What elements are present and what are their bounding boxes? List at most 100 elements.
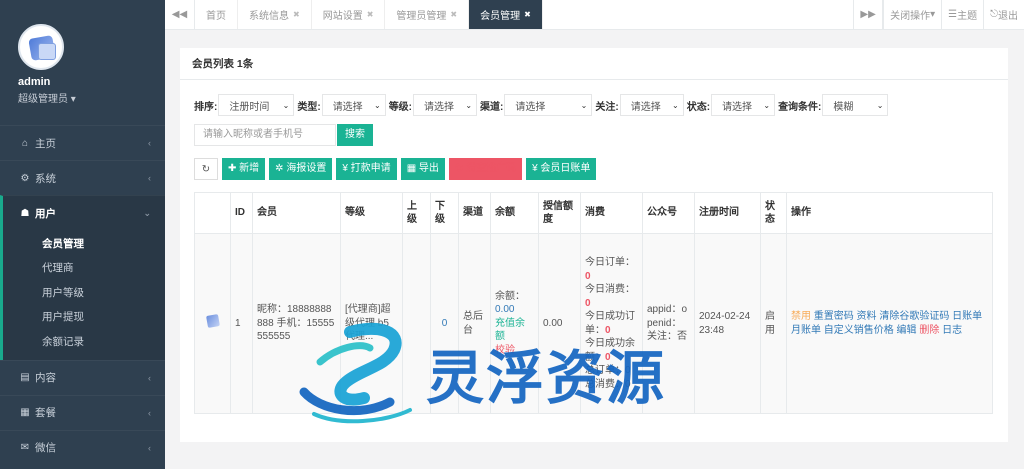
col-header-credit: 授信额度 [538, 192, 581, 234]
member-list-panel: 会员列表 1条 排序: 注册时间 ⌄ 类型: 请选择 ⌄ 等级: 请选择 ⌄ 渠道: … [180, 48, 1008, 442]
chevron-left-icon: ‹ [148, 173, 151, 183]
query-condition-select[interactable]: 模糊 ⌄ [822, 94, 889, 116]
avatar[interactable] [18, 24, 64, 70]
sidebar-subitem-agents[interactable]: 代理商 [3, 256, 165, 280]
tab-label: 管理员管理 [396, 11, 447, 22]
disable-link[interactable]: 禁用 [791, 311, 811, 322]
scroll-tabs-right-button[interactable]: ▶▶ [853, 0, 884, 29]
sidebar-item-system[interactable]: ⚙ 系统 ‹ [0, 160, 165, 195]
tab-system-info[interactable]: 系统信息 ✖ [238, 0, 312, 29]
level-label: 等级: [388, 101, 413, 113]
row-consumption-cell: 今日订单：0 今日消费：0 今日成功订单：0 今日成功余额：0 总订单：0 总消… [580, 233, 643, 414]
today-spend-value: 0 [585, 297, 591, 309]
row-reg-time: 2024-02-24 23:48 [694, 233, 761, 414]
col-header-reg-time[interactable]: 注册时间 [694, 192, 761, 234]
action-toolbar: ↻ ✚ 新增 ✲ 海报设置 ¥ 打款申请 ▦ 导出 ✪ 清空推广码 ¥ 会员日账… [194, 158, 600, 180]
col-header-id[interactable]: ID [230, 192, 253, 234]
close-tab-icon[interactable]: ✖ [293, 10, 300, 19]
follow-select[interactable]: 请选择 ⌄ [619, 94, 684, 116]
member-table: ID 会员 等级 上级 下级 渠道 余额 授信额度 消费 公众号 注册时间 状态… [194, 192, 993, 414]
sort-select[interactable]: 注册时间 ⌄ [218, 94, 295, 116]
close-tab-icon[interactable]: ✖ [367, 10, 374, 19]
log-link[interactable]: 日志 [942, 325, 962, 336]
logout-button[interactable]: ⎋ 退出 [983, 0, 1024, 29]
sidebar-nav: ⌂ 主页 ‹ ⚙ 系统 ‹ ☗ 用户 ⌄ 会员管理 代理商 用户等级 用户提现 … [0, 125, 165, 465]
tabs: 首页 系统信息 ✖ 网站设置 ✖ 管理员管理 ✖ 会员管理 ✖ [195, 0, 853, 29]
member-daily-bill-button[interactable]: ¥ 会员日账单 [526, 158, 597, 180]
type-select[interactable]: 请选择 ⌄ [321, 94, 386, 116]
col-header-wechat: 公众号 [642, 192, 695, 234]
sidebar-item-users[interactable]: ☗ 用户 ⌄ [0, 195, 165, 230]
home-icon: ⌂ [21, 137, 29, 149]
search-row: 请输入昵称或者手机号 搜索 [194, 124, 373, 146]
col-header-actions: 操作 [786, 192, 993, 234]
close-tab-icon[interactable]: ✖ [450, 10, 457, 19]
recharge-balance-link[interactable]: 充值余额 [495, 318, 525, 343]
close-operations-label: 关闭操作 [890, 11, 931, 22]
sidebar-item-content[interactable]: ▤ 内容 ‹ [0, 359, 165, 395]
tab-site-settings[interactable]: 网站设置 ✖ [312, 0, 386, 29]
export-button[interactable]: ▦ 导出 [400, 158, 445, 180]
channel-label: 渠道: [480, 101, 504, 113]
row-balance-cell: 余额： 0.00 充值余额 校验 [490, 233, 539, 414]
status-label: 状态: [686, 101, 711, 113]
sidebar-item-wechat[interactable]: ✉ 微信 ‹ [0, 429, 165, 465]
search-button[interactable]: 搜索 [337, 124, 373, 146]
channel-value: 请选择 [515, 101, 546, 113]
theme-button[interactable]: ☰ 主题 [941, 0, 983, 29]
row-id: 1 [230, 233, 253, 414]
row-children-cell: 0 [430, 233, 459, 414]
close-tab-icon[interactable]: ✖ [524, 10, 531, 19]
tab-label: 首页 [206, 11, 226, 22]
add-button[interactable]: ✚ 新增 [222, 158, 266, 180]
users-icon: ☗ [20, 207, 30, 219]
tab-member-management[interactable]: 会员管理 ✖ [469, 0, 543, 29]
status-select[interactable]: 请选择 ⌄ [711, 94, 776, 116]
search-input[interactable]: 请输入昵称或者手机号 [194, 124, 336, 146]
sidebar-subitem-withdrawals[interactable]: 用户提现 [3, 305, 165, 329]
query-condition-label: 查询条件: [778, 101, 822, 113]
payout-request-button[interactable]: ¥ 打款申请 [336, 158, 397, 180]
sidebar-subitem-member-management[interactable]: 会员管理 [3, 232, 165, 256]
total-spend: 总消费：0 [585, 378, 631, 390]
sidebar-subitem-balance-records[interactable]: 余额记录 [3, 330, 165, 354]
sidebar-item-label: 内容 [35, 372, 56, 385]
level-value: 请选择 [424, 101, 455, 113]
sidebar-subitem-user-levels[interactable]: 用户等级 [3, 281, 165, 305]
table-row: 1 昵称：18888888888 手机：15555555555 [代理商]超级代… [194, 233, 993, 414]
row-parent [402, 233, 431, 414]
topbar-right: ▶▶ 关闭操作 ▾ ☰ 主题 ⎋ 退出 [853, 0, 1024, 29]
sidebar-item-packages[interactable]: ▦ 套餐 ‹ [0, 394, 165, 430]
level-select[interactable]: 请选择 ⌄ [413, 94, 478, 116]
children-count-link[interactable]: 0 [442, 318, 448, 329]
sidebar-item-label: 套餐 [35, 407, 56, 420]
tab-home[interactable]: 首页 [195, 0, 238, 29]
sidebar-item-label: 用户 [35, 207, 56, 220]
tab-admin-management[interactable]: 管理员管理 ✖ [385, 0, 470, 29]
chevron-down-icon: ⌄ [465, 100, 473, 110]
users-submenu: 会员管理 代理商 用户等级 用户提现 余额记录 [0, 230, 165, 360]
chevron-down-icon: ⌄ [143, 207, 151, 218]
double-chevron-right-icon: ▶▶ [860, 9, 876, 20]
row-status[interactable]: 启用 [760, 233, 787, 414]
top-tab-bar: ◀◀ 首页 系统信息 ✖ 网站设置 ✖ 管理员管理 ✖ 会员管理 ✖ ▶▶ 关闭操作 ▾ … [165, 0, 1024, 30]
wechat-icon: ✉ [20, 442, 30, 454]
channel-select[interactable]: 请选择 ⌄ [504, 94, 593, 116]
clear-promo-code-button[interactable]: ✪ 清空推广码 [448, 158, 523, 180]
chevron-down-icon: ⌄ [373, 100, 381, 110]
scroll-tabs-left-button[interactable]: ◀◀ [165, 0, 195, 29]
verify-link[interactable]: 校验 [495, 345, 515, 356]
user-role-dropdown[interactable]: 超级管理员 ▾ [18, 90, 165, 105]
close-operations-dropdown[interactable]: 关闭操作 ▾ [883, 0, 941, 29]
delete-link[interactable]: 删除 [919, 325, 939, 336]
row-member: 昵称：18888888888 手机：15555555555 [252, 233, 341, 414]
poster-settings-button[interactable]: ✲ 海报设置 [269, 158, 333, 180]
follow-value: 请选择 [630, 101, 661, 113]
refresh-button[interactable]: ↻ [194, 158, 218, 180]
type-label: 类型: [297, 101, 321, 113]
sidebar-item-home[interactable]: ⌂ 主页 ‹ [0, 125, 165, 160]
user-name: admin [18, 76, 51, 88]
row-wechat: appid：openid：关注：否 [642, 233, 695, 414]
chevron-left-icon: ‹ [148, 372, 151, 383]
sidebar-item-label: 主页 [35, 137, 56, 150]
